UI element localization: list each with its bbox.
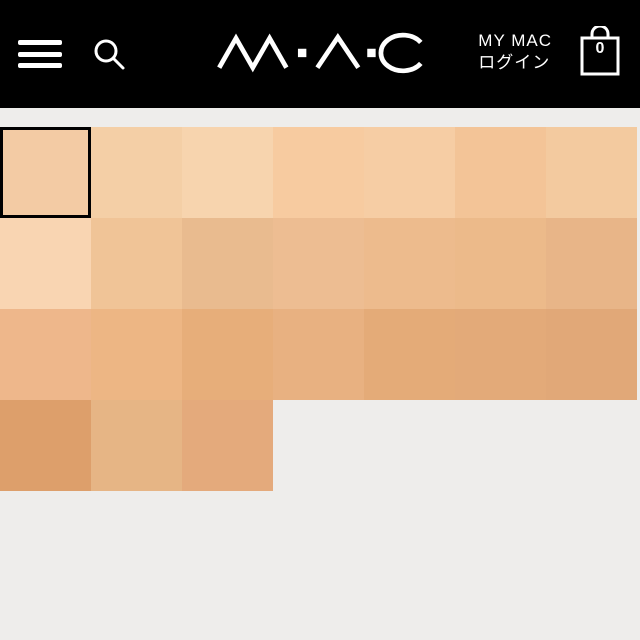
search-icon	[92, 37, 126, 71]
shade-swatch[interactable]	[455, 218, 546, 309]
shade-swatch[interactable]	[182, 218, 273, 309]
shade-swatch[interactable]	[364, 309, 455, 400]
shade-swatch[interactable]	[273, 218, 364, 309]
shade-swatch[interactable]	[455, 309, 546, 400]
shade-swatch[interactable]	[91, 309, 182, 400]
shade-swatch[interactable]	[0, 218, 91, 309]
shade-swatch[interactable]	[0, 309, 91, 400]
swatch-empty	[273, 400, 364, 491]
shade-swatch[interactable]	[455, 127, 546, 218]
shade-swatch[interactable]	[182, 127, 273, 218]
shade-swatch[interactable]	[182, 400, 273, 491]
search-button[interactable]	[90, 35, 128, 73]
shade-swatch[interactable]	[91, 400, 182, 491]
swatch-empty	[546, 400, 637, 491]
shade-swatch[interactable]	[273, 127, 364, 218]
swatch-empty	[455, 400, 546, 491]
account-line1: MY MAC	[478, 30, 552, 52]
menu-button[interactable]	[18, 40, 62, 68]
swatch-empty	[364, 400, 455, 491]
swatch-row	[0, 309, 640, 400]
shade-swatch[interactable]	[0, 127, 91, 218]
shade-swatch[interactable]	[91, 127, 182, 218]
shade-swatch[interactable]	[273, 309, 364, 400]
brand-logo[interactable]	[215, 30, 425, 78]
account-line2: ログイン	[478, 52, 552, 74]
swatch-row	[0, 218, 640, 309]
shade-swatch[interactable]	[364, 218, 455, 309]
account-link[interactable]: MY MAC ログイン	[478, 30, 552, 74]
site-header: MY MAC ログイン 0	[0, 0, 640, 108]
shade-swatch[interactable]	[546, 218, 637, 309]
shade-swatch[interactable]	[91, 218, 182, 309]
shade-swatch[interactable]	[182, 309, 273, 400]
shade-swatch-grid	[0, 127, 640, 491]
swatch-row	[0, 400, 640, 491]
shade-swatch[interactable]	[546, 127, 637, 218]
shade-swatch[interactable]	[0, 400, 91, 491]
swatch-row	[0, 127, 640, 218]
shopping-bag-button[interactable]: 0	[578, 26, 622, 78]
shade-swatch[interactable]	[364, 127, 455, 218]
shade-swatch[interactable]	[546, 309, 637, 400]
bag-count: 0	[578, 40, 622, 58]
